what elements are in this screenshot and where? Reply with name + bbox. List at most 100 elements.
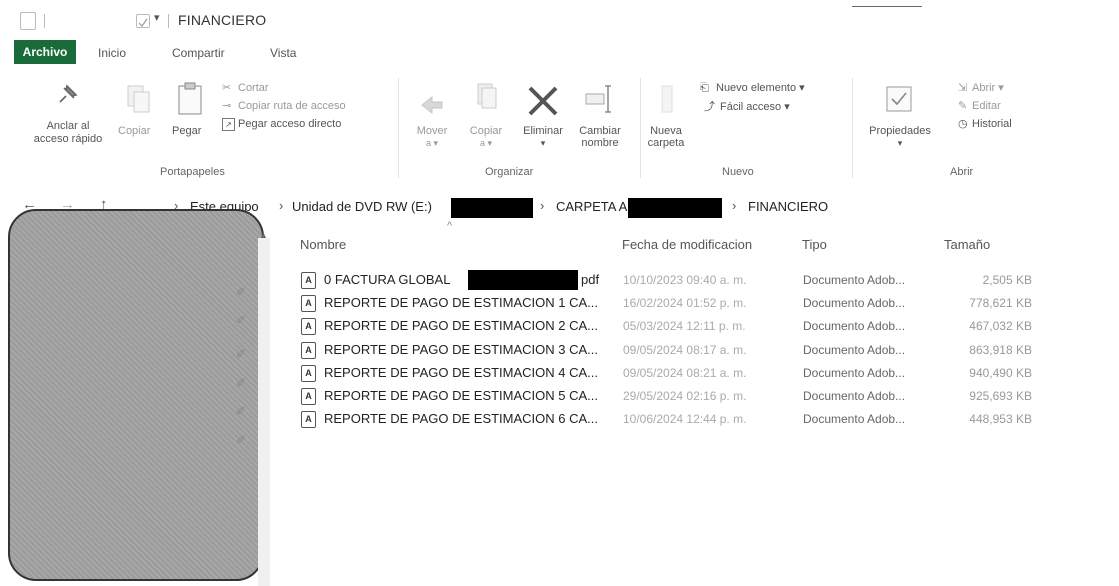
file-date: 16/02/2024 01:52 p. m. — [623, 296, 747, 310]
group-label-abrir: Abrir — [950, 166, 974, 178]
edit-label: Editar — [972, 100, 1001, 112]
properties-qa-icon[interactable] — [136, 14, 150, 28]
redaction-box — [451, 198, 533, 218]
pdf-file-icon: A — [301, 388, 316, 405]
copy-icon — [127, 85, 150, 113]
file-size: 940,490 KB — [969, 366, 1032, 380]
copy-to-dropdown: a ▾ — [479, 138, 493, 148]
file-name: REPORTE DE PAGO DE ESTIMACION 1 CA... — [324, 295, 599, 310]
column-header-name[interactable]: Nombre — [300, 237, 346, 252]
file-size: 2,505 KB — [982, 273, 1032, 287]
file-name-suffix: pdf — [581, 272, 600, 287]
nav-scrollbar[interactable] — [258, 238, 270, 586]
pin-icon: ✐ — [236, 376, 247, 390]
file-row[interactable]: A REPORTE DE PAGO DE ESTIMACION 1 CA... … — [296, 292, 1056, 315]
easy-access-icon: ⤴ — [704, 101, 715, 113]
pin-icon: ✐ — [236, 313, 247, 327]
navigation-pane-redacted — [8, 209, 264, 581]
breadcrumb-dvd-drive[interactable]: Unidad de DVD RW (E:) — [292, 199, 432, 214]
history-icon: ◷ — [958, 118, 968, 130]
file-row[interactable]: A REPORTE DE PAGO DE ESTIMACION 3 CA... … — [296, 339, 1056, 362]
column-header-date[interactable]: Fecha de modificacion — [622, 237, 752, 252]
copy-path-icon: ⊸ — [222, 100, 232, 112]
paste-shortcut-icon: ↗ — [222, 118, 235, 131]
separator — [44, 14, 45, 28]
redaction-box — [628, 198, 722, 218]
move-icon — [421, 95, 443, 115]
file-date: 09/05/2024 08:17 a. m. — [623, 343, 747, 357]
tab-inicio[interactable]: Inicio — [98, 46, 126, 60]
pdf-file-icon: A — [301, 318, 316, 335]
pin-label-2: acceso rápido — [33, 133, 103, 145]
file-type: Documento Adob... — [803, 319, 906, 333]
file-date: 05/03/2024 12:11 p. m. — [623, 319, 746, 333]
file-name: REPORTE DE PAGO DE ESTIMACION 5 CA... — [324, 388, 599, 403]
customize-qa-icon[interactable]: ▾ — [154, 11, 160, 24]
file-row[interactable]: A REPORTE DE PAGO DE ESTIMACION 2 CA... … — [296, 315, 1056, 338]
new-item-label: Nuevo elemento ▾ — [716, 82, 805, 94]
pdf-file-icon: A — [301, 342, 316, 359]
file-date: 29/05/2024 02:16 p. m. — [623, 389, 747, 403]
file-type: Documento Adob... — [803, 389, 906, 403]
new-folder-label-2: carpeta — [647, 137, 685, 149]
tab-archivo[interactable]: Archivo — [14, 40, 76, 64]
properties-icon — [886, 86, 912, 112]
pin-label: Anclar al — [46, 120, 90, 132]
edit-icon: ✎ — [958, 100, 968, 112]
easy-access-label: Fácil acceso ▾ — [720, 101, 790, 113]
pin-icon — [59, 84, 78, 103]
new-folder-icon — [661, 85, 673, 113]
group-label-portapapeles: Portapapeles — [160, 166, 225, 178]
breadcrumb-financiero[interactable]: FINANCIERO — [748, 199, 828, 214]
file-row[interactable]: A REPORTE DE PAGO DE ESTIMACION 4 CA... … — [296, 362, 1056, 385]
group-label-nuevo: Nuevo — [722, 166, 754, 178]
file-date: 10/06/2024 12:44 p. m. — [623, 412, 747, 426]
pin-icon: ✐ — [236, 404, 247, 418]
minimize-icon[interactable] — [852, 6, 922, 7]
paste-label: Pegar — [172, 125, 202, 137]
column-header-size[interactable]: Tamaño — [944, 237, 990, 252]
pdf-file-icon: A — [301, 295, 316, 312]
delete-x-icon — [528, 86, 558, 116]
pin-icon: ✐ — [236, 347, 247, 361]
rename-label-2: nombre — [581, 137, 619, 149]
copy-label: Copiar — [118, 125, 151, 137]
move-dropdown: a ▾ — [425, 138, 439, 148]
group-label-organizar: Organizar — [485, 166, 534, 178]
title-bar: ▾ FINANCIERO — [0, 0, 1119, 38]
copy-path-label: Copiar ruta de acceso — [238, 100, 346, 112]
pin-icon: ✐ — [236, 433, 247, 447]
file-row[interactable]: A 0 FACTURA GLOBAL pdf 10/10/2023 09:40 … — [296, 269, 1056, 292]
file-type: Documento Adob... — [803, 273, 906, 287]
file-size: 925,693 KB — [969, 389, 1032, 403]
file-row[interactable]: A REPORTE DE PAGO DE ESTIMACION 6 CA... … — [296, 408, 1056, 431]
file-date: 10/10/2023 09:40 a. m. — [623, 273, 747, 287]
file-row[interactable]: A REPORTE DE PAGO DE ESTIMACION 5 CA... … — [296, 385, 1056, 408]
column-header-type[interactable]: Tipo — [802, 237, 827, 252]
file-size: 448,953 KB — [969, 412, 1032, 426]
file-name: REPORTE DE PAGO DE ESTIMACION 6 CA... — [324, 411, 599, 426]
pdf-file-icon: A — [301, 272, 316, 289]
scroll-up-icon[interactable]: ▲ — [259, 230, 268, 240]
breadcrumb-chevron: › — [732, 198, 737, 213]
tab-compartir[interactable]: Compartir — [172, 46, 225, 60]
file-type: Documento Adob... — [803, 366, 906, 380]
ribbon-tabs: Archivo Inicio Compartir Vista — [0, 38, 1119, 68]
file-type: Documento Adob... — [803, 343, 906, 357]
file-name: REPORTE DE PAGO DE ESTIMACION 2 CA... — [324, 318, 599, 333]
quick-access-icon[interactable] — [20, 12, 36, 30]
history-label: Historial — [972, 118, 1012, 130]
pin-icon: ✐ — [236, 285, 247, 299]
file-type: Documento Adob... — [803, 412, 906, 426]
file-date: 09/05/2024 08:21 a. m. — [623, 366, 747, 380]
ribbon: Anclar al acceso rápido Copiar Pegar ✂ C… — [0, 70, 1119, 186]
paste-icon — [178, 82, 202, 115]
sort-caret-icon: ^ — [447, 220, 453, 232]
file-name: 0 FACTURA GLOBAL — [324, 272, 451, 287]
group-separator — [398, 78, 399, 178]
breadcrumb-carpeta[interactable]: CARPETA A — [556, 199, 627, 214]
open-label: Abrir ▾ — [972, 82, 1004, 94]
file-name: REPORTE DE PAGO DE ESTIMACION 3 CA... — [324, 342, 599, 357]
cut-icon: ✂ — [222, 82, 232, 94]
tab-vista[interactable]: Vista — [270, 46, 296, 60]
